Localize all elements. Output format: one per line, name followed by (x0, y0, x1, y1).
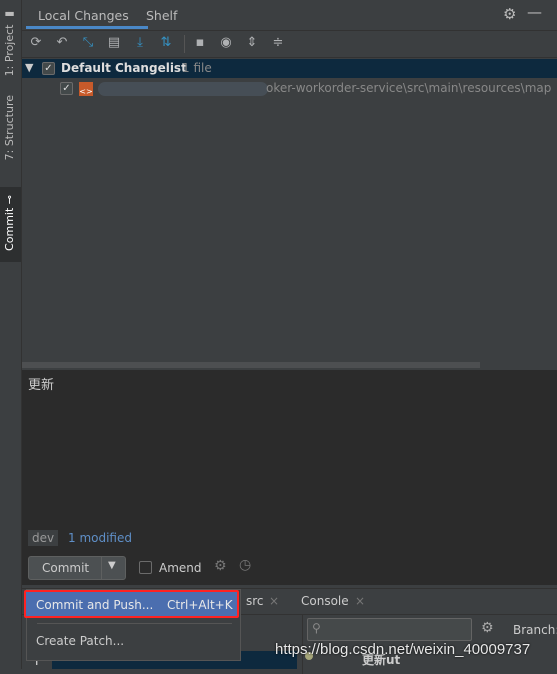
project-label: 1: Project (3, 24, 16, 77)
amend-label: Amend (159, 561, 202, 575)
changelist-count: 1 file (182, 61, 212, 75)
eye-icon[interactable]: ◉ (218, 35, 234, 51)
diff-icon[interactable]: ⤡ (80, 35, 96, 51)
file-row[interactable]: ✓ <> oker-workorder-service\src\main\res… (22, 79, 557, 98)
changelist-checkbox[interactable]: ✓ (42, 62, 55, 75)
commit-label: Commit (3, 207, 16, 251)
group-by-icon[interactable]: ▪ (192, 35, 208, 51)
menu-item-create-patch[interactable]: Create Patch... (36, 634, 124, 648)
tab-local-changes[interactable]: Local Changes (38, 8, 129, 23)
menu-separator (37, 623, 232, 624)
tab-shelf[interactable]: Shelf (146, 8, 177, 23)
file-checkbox[interactable]: ✓ (60, 82, 73, 95)
minimize-icon[interactable]: — (527, 3, 542, 21)
commit-button[interactable]: Commit ▼ (28, 556, 126, 580)
tool-window-strip: 1: Project ▬ 7: Structure Commit ⊸ (0, 0, 22, 669)
dropdown-arrow-icon[interactable]: ▼ (108, 560, 116, 571)
active-tab-underline (26, 26, 148, 29)
gear-icon[interactable]: ⚙ (503, 5, 516, 23)
update-icon[interactable]: ⤓ (132, 35, 148, 51)
expand-all-icon[interactable]: ⇕ (244, 35, 260, 51)
modified-link[interactable]: 1 modified (68, 531, 132, 545)
commit-message-area[interactable]: 更新 dev 1 modified Commit ▼ Amend ⚙ ◷ (22, 370, 557, 585)
sidebar-project[interactable]: 1: Project ▬ (3, 8, 16, 76)
changelist-name: Default Changelist (61, 61, 187, 75)
changelist-icon[interactable]: ▤ (106, 35, 122, 51)
watermark: https://blog.csdn.net/weixin_40009737 (275, 641, 531, 658)
toolbar: ⟳ ↶ ⤡ ▤ ⤓ ⇅ ▪ ◉ ⇕ ≑ (22, 31, 557, 58)
sidebar-structure[interactable]: 7: Structure (3, 95, 16, 160)
tab-src[interactable]: src (246, 594, 264, 608)
branch-badge: dev (28, 530, 59, 546)
close-icon[interactable]: × (269, 594, 279, 608)
expand-arrow-icon[interactable]: ▼ (25, 61, 33, 74)
menu-item-commit-and-push[interactable]: Commit and Push... Ctrl+Alt+K (24, 590, 239, 618)
horizontal-scrollbar[interactable] (22, 362, 480, 368)
close-icon[interactable]: × (355, 594, 365, 608)
collapse-all-icon[interactable]: ≑ (270, 35, 286, 51)
tab-bar: Local Changes Shelf ⚙ — (22, 0, 557, 31)
commit-and-push-label: Commit and Push... (36, 598, 154, 612)
amend-checkbox[interactable] (139, 561, 152, 574)
toolbar-separator (184, 35, 185, 53)
shortcut-label: Ctrl+Alt+K (167, 598, 233, 612)
commit-message-text[interactable]: 更新 (28, 374, 54, 393)
search-input[interactable]: ⚲ (307, 618, 472, 641)
shelve-icon[interactable]: ⇅ (158, 35, 174, 51)
tab-console[interactable]: Console (301, 594, 349, 608)
changelist-row[interactable]: ▼ ✓ Default Changelist 1 file (22, 59, 557, 78)
file-path: oker-workorder-service\src\main\resource… (266, 81, 552, 95)
sidebar-commit[interactable]: Commit ⊸ (0, 187, 21, 262)
history-icon[interactable]: ◷ (239, 557, 251, 573)
structure-label: 7: Structure (3, 95, 16, 161)
xml-file-icon: <> (79, 82, 93, 96)
refresh-icon[interactable]: ⟳ (28, 35, 44, 51)
gear-icon[interactable]: ⚙ (214, 558, 227, 574)
search-icon: ⚲ (312, 621, 321, 635)
gear-icon[interactable]: ⚙ (481, 620, 494, 636)
commit-button-label: Commit (42, 561, 90, 575)
rollback-icon[interactable]: ↶ (54, 35, 70, 51)
blurred-path (98, 82, 268, 96)
branch-filter[interactable]: Branch: (513, 623, 557, 637)
